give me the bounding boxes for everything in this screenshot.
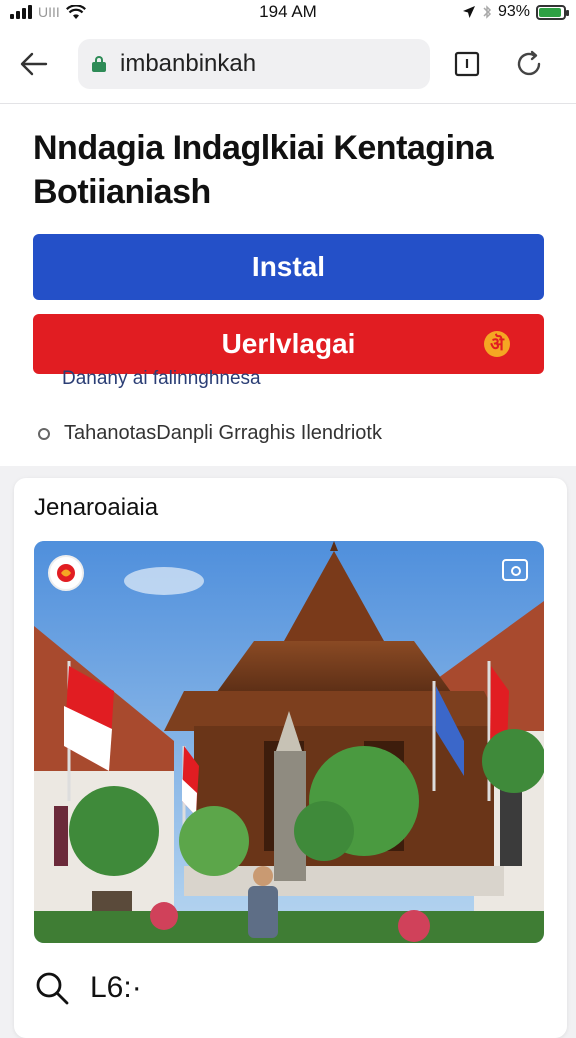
search-icon[interactable] (34, 970, 70, 1006)
info-text: TahanotasDanpli Grraghis Ilendriotk (64, 422, 382, 444)
status-left: UIII (10, 4, 86, 20)
bullet-icon (38, 427, 50, 440)
page-title: Nndagia Indaglkiai Kentagina Botiianiash (33, 129, 494, 211)
reload-button[interactable] (512, 47, 546, 81)
status-bar: UIII 194 AM 93% (0, 0, 576, 24)
feature-photo[interactable] (34, 541, 544, 943)
install-button[interactable]: Instal (33, 234, 544, 300)
lock-icon (92, 55, 106, 72)
camera-icon[interactable] (502, 559, 528, 581)
url-field[interactable]: imbanbinkah (78, 38, 430, 89)
carrier-label: UIII (38, 4, 60, 20)
bluetooth-icon (483, 5, 492, 19)
bottom-label: L6:· (90, 971, 142, 1004)
tabs-button[interactable] (452, 49, 482, 79)
reload-icon (517, 50, 541, 75)
battery-icon (536, 4, 569, 20)
emblem-icon (48, 555, 84, 591)
sub-link[interactable]: Danany ai falinnghnesa (62, 368, 261, 390)
status-right: 93% (462, 3, 569, 21)
wifi-icon (65, 4, 86, 19)
secondary-button[interactable]: Uerlvlagai ऄ (33, 314, 544, 374)
badge-icon: ऄ (484, 331, 510, 357)
bottom-row: L6:· (34, 970, 142, 1006)
info-row: TahanotasDanpli Grraghis Ilendriotk (38, 422, 382, 445)
app-header-card: Nndagia Indaglkiai Kentagina Botiianiash… (0, 104, 576, 466)
back-arrow-icon (20, 52, 48, 75)
temple-photo (34, 541, 544, 943)
secondary-button-label: Uerlvlagai (221, 328, 356, 359)
back-button[interactable] (16, 46, 52, 82)
url-text: imbanbinkah (120, 49, 257, 77)
install-button-label: Instal (251, 251, 326, 282)
location-icon (462, 6, 475, 18)
feature-card: Jenaroaiaia L6:· (14, 478, 567, 1038)
section-title: Jenaroaiaia (34, 494, 159, 521)
battery-percent: 93% (497, 3, 530, 20)
tabs-icon (454, 51, 480, 76)
signal-icon (10, 5, 32, 19)
browser-toolbar: imbanbinkah (0, 24, 576, 104)
